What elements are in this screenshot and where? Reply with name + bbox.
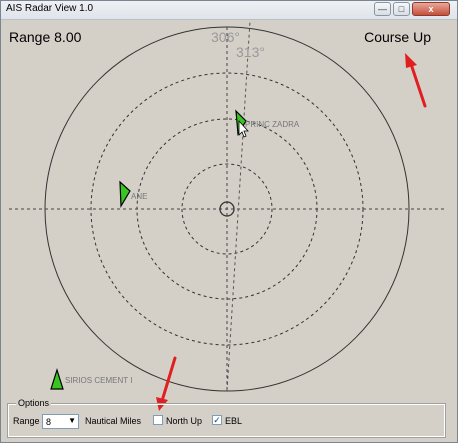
heading-bearing-label: 306° [211, 29, 240, 45]
ebl-checkbox[interactable]: ✓ [212, 415, 222, 425]
target-label-ane: ANE [131, 192, 147, 201]
target-label-princ-zadra: PRINC ZADRA [245, 120, 300, 129]
target-marker-ane[interactable] [119, 180, 131, 209]
options-group: Options Range 8 ▼ Nautical Miles North U… [7, 398, 446, 438]
range-readout: Range 8.00 [9, 29, 82, 45]
range-select-value: 8 [46, 417, 52, 427]
check-mark-icon: ✓ [213, 415, 221, 425]
ebl-line [226, 20, 251, 392]
ebl-bearing-label: 313° [236, 44, 265, 60]
app-window: AIS Radar View 1.0 — □ x 306° 313° PRINC… [0, 0, 458, 443]
units-label: Nautical Miles [85, 416, 142, 426]
north-up-checkbox[interactable] [153, 415, 163, 425]
range-option-label: Range [13, 416, 40, 426]
target-label-sirios-cement: SIRIOS CEMENT I [65, 376, 132, 385]
chevron-down-icon[interactable]: ▼ [68, 416, 76, 425]
radar-display[interactable]: 306° 313° PRINC ZADRA ANE SIRIOS CEMENT … [1, 1, 459, 444]
north-up-label[interactable]: North Up [166, 416, 202, 426]
options-legend: Options [16, 398, 52, 408]
target-marker-sirios-cement[interactable] [50, 368, 64, 390]
annotation-arrow-icon [405, 53, 427, 108]
ebl-label[interactable]: EBL [225, 416, 242, 426]
orientation-mode-label: Course Up [364, 29, 431, 45]
range-select[interactable]: 8 ▼ [42, 414, 79, 429]
